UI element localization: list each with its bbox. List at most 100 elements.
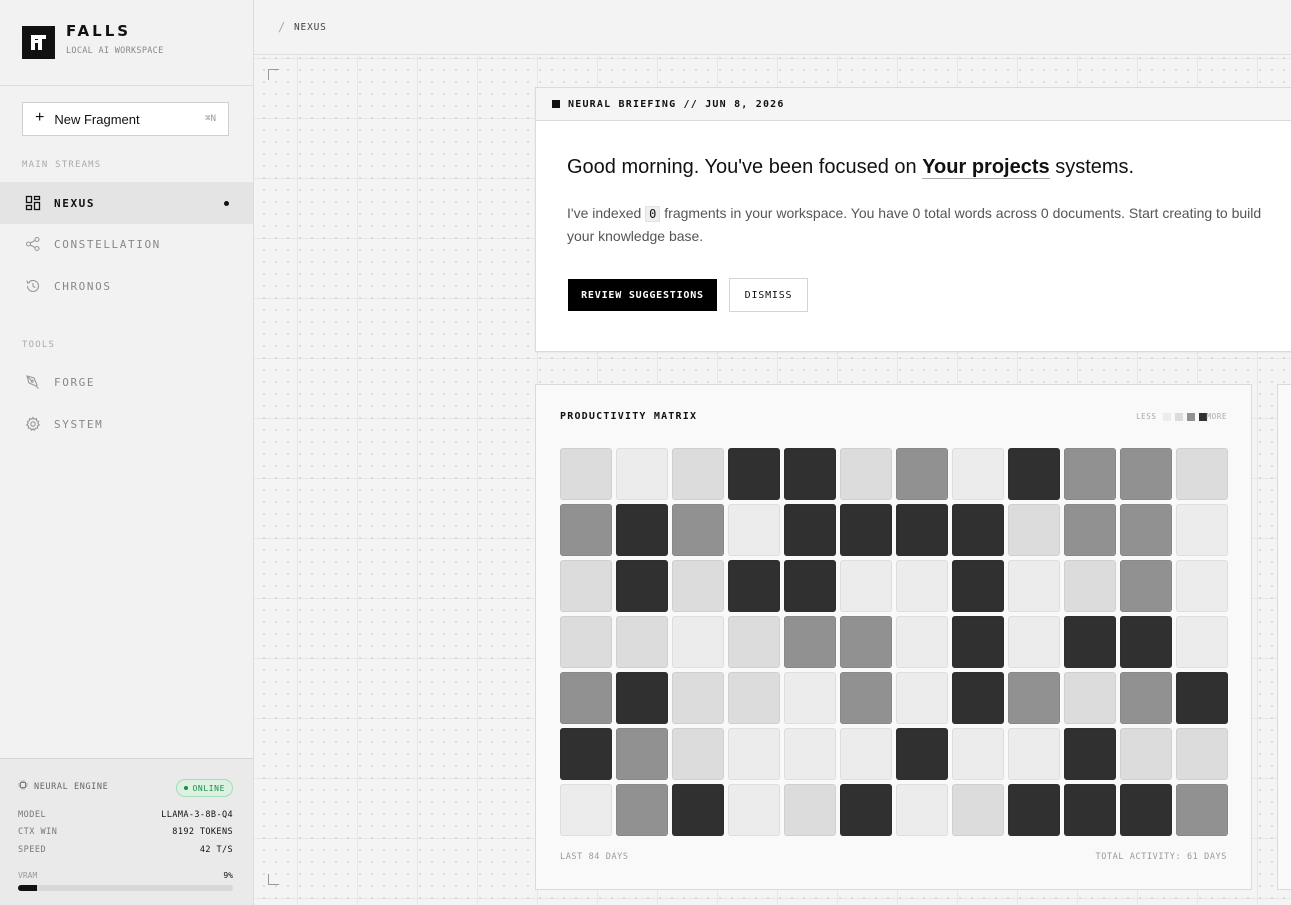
activity-cell[interactable] bbox=[616, 728, 668, 780]
activity-cell[interactable] bbox=[1120, 784, 1172, 836]
engine-row-value: LLAMA-3-8B-Q4 bbox=[161, 810, 233, 820]
engine-row-ctx: CTX WIN 8192 TOKENS bbox=[18, 827, 233, 837]
activity-cell[interactable] bbox=[1120, 672, 1172, 724]
activity-cell[interactable] bbox=[560, 560, 612, 612]
activity-cell[interactable] bbox=[952, 672, 1004, 724]
activity-cell[interactable] bbox=[1008, 616, 1060, 668]
activity-cell[interactable] bbox=[560, 728, 612, 780]
activity-cell[interactable] bbox=[616, 672, 668, 724]
activity-cell[interactable] bbox=[1008, 672, 1060, 724]
activity-cell[interactable] bbox=[1008, 728, 1060, 780]
activity-cell[interactable] bbox=[784, 728, 836, 780]
activity-cell[interactable] bbox=[952, 504, 1004, 556]
activity-cell[interactable] bbox=[1176, 728, 1228, 780]
activity-cell[interactable] bbox=[616, 560, 668, 612]
activity-cell[interactable] bbox=[1064, 560, 1116, 612]
briefing-title: NEURAL BRIEFING // JUN 8, 2026 bbox=[568, 98, 785, 110]
nav-item-nexus[interactable]: NEXUS bbox=[0, 182, 253, 224]
activity-cell[interactable] bbox=[840, 560, 892, 612]
activity-cell[interactable] bbox=[1008, 784, 1060, 836]
nav-item-system[interactable]: SYSTEM bbox=[0, 403, 253, 445]
activity-cell[interactable] bbox=[616, 616, 668, 668]
activity-cell[interactable] bbox=[896, 448, 948, 500]
activity-cell[interactable] bbox=[616, 784, 668, 836]
activity-cell[interactable] bbox=[896, 560, 948, 612]
activity-cell[interactable] bbox=[1176, 504, 1228, 556]
activity-cell[interactable] bbox=[896, 784, 948, 836]
activity-cell[interactable] bbox=[616, 448, 668, 500]
activity-cell[interactable] bbox=[728, 784, 780, 836]
status-dot-icon bbox=[183, 786, 188, 790]
activity-cell[interactable] bbox=[1176, 672, 1228, 724]
activity-cell[interactable] bbox=[672, 560, 724, 612]
activity-cell[interactable] bbox=[1176, 448, 1228, 500]
activity-cell[interactable] bbox=[1008, 560, 1060, 612]
activity-cell[interactable] bbox=[728, 616, 780, 668]
nav-item-constellation[interactable]: CONSTELLATION bbox=[0, 223, 253, 265]
review-suggestions-button[interactable]: REVIEW SUGGESTIONS bbox=[568, 279, 717, 311]
activity-cell[interactable] bbox=[784, 448, 836, 500]
activity-cell[interactable] bbox=[1120, 448, 1172, 500]
activity-cell[interactable] bbox=[672, 616, 724, 668]
activity-cell[interactable] bbox=[1064, 616, 1116, 668]
activity-cell[interactable] bbox=[840, 448, 892, 500]
activity-cell[interactable] bbox=[784, 560, 836, 612]
activity-cell[interactable] bbox=[560, 672, 612, 724]
activity-cell[interactable] bbox=[672, 504, 724, 556]
legend-swatch bbox=[1162, 412, 1171, 421]
activity-cell[interactable] bbox=[784, 784, 836, 836]
activity-cell[interactable] bbox=[560, 448, 612, 500]
activity-cell[interactable] bbox=[840, 672, 892, 724]
activity-cell[interactable] bbox=[1008, 448, 1060, 500]
activity-cell[interactable] bbox=[896, 672, 948, 724]
activity-cell[interactable] bbox=[840, 616, 892, 668]
breadcrumb-current[interactable]: NEXUS bbox=[294, 22, 327, 33]
activity-cell[interactable] bbox=[1120, 560, 1172, 612]
activity-cell[interactable] bbox=[952, 728, 1004, 780]
activity-cell[interactable] bbox=[1064, 728, 1116, 780]
activity-cell[interactable] bbox=[784, 672, 836, 724]
engine-row-key: SPEED bbox=[18, 845, 47, 855]
activity-cell[interactable] bbox=[784, 616, 836, 668]
activity-cell[interactable] bbox=[672, 672, 724, 724]
activity-cell[interactable] bbox=[728, 504, 780, 556]
activity-cell[interactable] bbox=[672, 784, 724, 836]
engine-row-value: 42 T/S bbox=[199, 845, 233, 855]
nav-item-chronos[interactable]: CHRONOS bbox=[0, 265, 253, 307]
activity-cell[interactable] bbox=[1064, 672, 1116, 724]
activity-cell[interactable] bbox=[1120, 616, 1172, 668]
activity-cell[interactable] bbox=[672, 728, 724, 780]
activity-cell[interactable] bbox=[1008, 504, 1060, 556]
activity-cell[interactable] bbox=[1064, 504, 1116, 556]
activity-cell[interactable] bbox=[952, 448, 1004, 500]
activity-cell[interactable] bbox=[728, 728, 780, 780]
activity-cell[interactable] bbox=[560, 784, 612, 836]
activity-cell[interactable] bbox=[1176, 560, 1228, 612]
activity-cell[interactable] bbox=[1176, 784, 1228, 836]
activity-cell[interactable] bbox=[840, 784, 892, 836]
activity-cell[interactable] bbox=[1064, 784, 1116, 836]
activity-cell[interactable] bbox=[728, 560, 780, 612]
activity-cell[interactable] bbox=[728, 448, 780, 500]
activity-cell[interactable] bbox=[728, 672, 780, 724]
activity-cell[interactable] bbox=[840, 728, 892, 780]
activity-cell[interactable] bbox=[896, 728, 948, 780]
new-fragment-button[interactable]: + New Fragment ⌘N bbox=[22, 102, 229, 136]
activity-cell[interactable] bbox=[896, 504, 948, 556]
activity-cell[interactable] bbox=[616, 504, 668, 556]
activity-cell[interactable] bbox=[560, 504, 612, 556]
activity-cell[interactable] bbox=[784, 504, 836, 556]
activity-cell[interactable] bbox=[840, 504, 892, 556]
activity-cell[interactable] bbox=[1120, 728, 1172, 780]
activity-cell[interactable] bbox=[1064, 448, 1116, 500]
activity-cell[interactable] bbox=[672, 448, 724, 500]
nav-item-forge[interactable]: FORGE bbox=[0, 361, 253, 403]
activity-cell[interactable] bbox=[896, 616, 948, 668]
activity-cell[interactable] bbox=[1120, 504, 1172, 556]
activity-cell[interactable] bbox=[952, 784, 1004, 836]
activity-cell[interactable] bbox=[1176, 616, 1228, 668]
activity-cell[interactable] bbox=[952, 616, 1004, 668]
activity-cell[interactable] bbox=[952, 560, 1004, 612]
activity-cell[interactable] bbox=[560, 616, 612, 668]
dismiss-button[interactable]: DISMISS bbox=[729, 278, 808, 312]
